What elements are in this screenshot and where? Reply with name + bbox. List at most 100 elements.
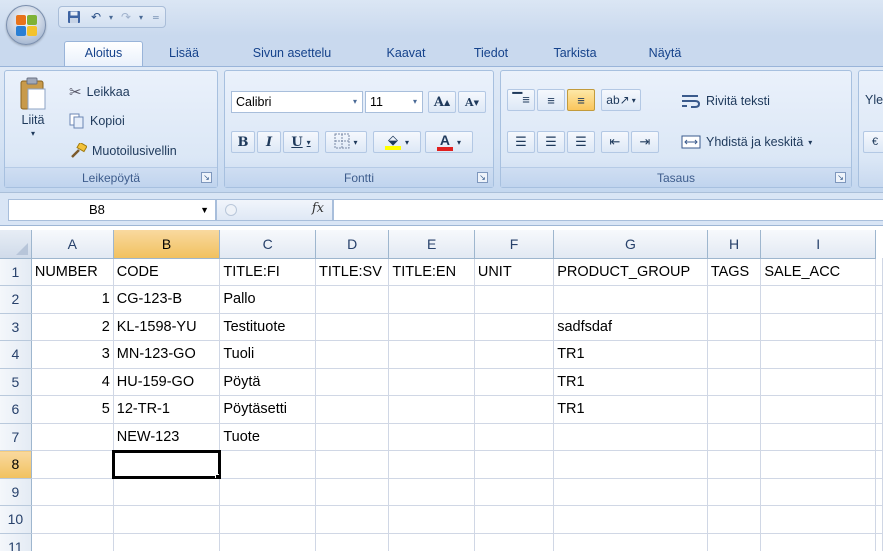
- cell[interactable]: [388, 395, 475, 424]
- cell[interactable]: [113, 505, 221, 534]
- format-painter-button[interactable]: Muotoilusivellin: [69, 143, 177, 159]
- cell[interactable]: TITLE:SV: [315, 258, 390, 286]
- cell[interactable]: [388, 340, 475, 369]
- cell[interactable]: [315, 478, 390, 506]
- tab-aloitus[interactable]: Aloitus: [64, 41, 143, 67]
- font-launcher-icon[interactable]: ↘: [477, 172, 488, 183]
- row-header[interactable]: 1: [0, 258, 32, 286]
- font-size-dropdown-icon[interactable]: ▾: [408, 92, 422, 112]
- cell[interactable]: [474, 285, 555, 314]
- cell[interactable]: [707, 505, 762, 534]
- cell[interactable]: [760, 340, 876, 369]
- office-button[interactable]: [6, 5, 46, 45]
- cell[interactable]: [315, 340, 390, 369]
- name-box[interactable]: B8 ▼: [8, 199, 216, 221]
- select-all-button[interactable]: [0, 230, 32, 259]
- cell[interactable]: [388, 533, 475, 551]
- column-header[interactable]: A: [31, 230, 114, 259]
- cell[interactable]: [388, 450, 475, 479]
- font-color-button[interactable]: A ▾: [425, 131, 473, 153]
- cell[interactable]: [219, 478, 317, 506]
- cut-button[interactable]: ✂ Leikkaa: [69, 83, 130, 101]
- cell[interactable]: 5: [31, 395, 114, 424]
- cell[interactable]: [875, 340, 883, 369]
- column-header[interactable]: H: [707, 230, 762, 259]
- tab-nayta[interactable]: Näytä: [640, 42, 690, 66]
- cell[interactable]: 2: [31, 313, 114, 341]
- cell[interactable]: [875, 478, 883, 506]
- cell[interactable]: [31, 505, 114, 534]
- cell[interactable]: [219, 505, 317, 534]
- cell[interactable]: NUMBER: [31, 258, 114, 286]
- cell[interactable]: [707, 313, 762, 341]
- cell[interactable]: PRODUCT_GROUP: [553, 258, 708, 286]
- cell[interactable]: [315, 285, 390, 314]
- clipboard-launcher-icon[interactable]: ↘: [201, 172, 212, 183]
- tab-tarkista[interactable]: Tarkista: [542, 42, 608, 66]
- cell[interactable]: [474, 340, 555, 369]
- cell[interactable]: [875, 258, 883, 286]
- cell[interactable]: [553, 450, 708, 479]
- cell[interactable]: [875, 450, 883, 479]
- cell[interactable]: [31, 450, 114, 479]
- cell[interactable]: [707, 285, 762, 314]
- redo-dropdown-icon[interactable]: ▾: [139, 13, 143, 22]
- cell[interactable]: [875, 423, 883, 451]
- name-box-dropdown-icon[interactable]: ▼: [200, 200, 209, 220]
- cell[interactable]: [474, 395, 555, 424]
- wrap-text-button[interactable]: Rivitä teksti: [681, 93, 770, 109]
- cell[interactable]: [760, 450, 876, 479]
- font-size-combo[interactable]: 11 ▾: [365, 91, 423, 113]
- column-header[interactable]: I: [760, 230, 876, 259]
- cell[interactable]: sadfsdaf: [553, 313, 708, 341]
- cell[interactable]: [388, 285, 475, 314]
- redo-icon[interactable]: ↷: [117, 8, 135, 26]
- font-name-combo[interactable]: Calibri ▾: [231, 91, 363, 113]
- fill-color-button[interactable]: ⬙ ▾: [373, 131, 421, 153]
- cell[interactable]: [474, 423, 555, 451]
- cell[interactable]: [388, 423, 475, 451]
- merge-center-button[interactable]: Yhdistä ja keskitä ▾: [681, 134, 812, 150]
- cell[interactable]: [875, 368, 883, 396]
- cell[interactable]: [31, 423, 114, 451]
- row-header[interactable]: 3: [0, 313, 32, 341]
- cell[interactable]: [760, 313, 876, 341]
- number-format-combo[interactable]: Yle: [865, 93, 883, 107]
- cell[interactable]: MN-123-GO: [113, 340, 221, 369]
- cell[interactable]: [875, 285, 883, 314]
- cell[interactable]: Tuote: [219, 423, 317, 451]
- merge-center-dropdown-icon[interactable]: ▾: [808, 138, 812, 147]
- cell[interactable]: 12-TR-1: [113, 395, 221, 424]
- cell[interactable]: [31, 478, 114, 506]
- cell[interactable]: [474, 450, 555, 479]
- cell[interactable]: CODE: [113, 258, 221, 286]
- cell[interactable]: [474, 478, 555, 506]
- cell[interactable]: TITLE:EN: [388, 258, 475, 286]
- cell[interactable]: [760, 285, 876, 314]
- cell[interactable]: Pallo: [219, 285, 317, 314]
- cell[interactable]: 4: [31, 368, 114, 396]
- cell[interactable]: [760, 368, 876, 396]
- cell[interactable]: [875, 313, 883, 341]
- cell[interactable]: [388, 478, 475, 506]
- cell[interactable]: [315, 368, 390, 396]
- row-header[interactable]: 9: [0, 478, 32, 506]
- cell[interactable]: [707, 395, 762, 424]
- cell[interactable]: [474, 533, 555, 551]
- cell[interactable]: [707, 450, 762, 479]
- row-header[interactable]: 2: [0, 285, 32, 314]
- tab-kaavat[interactable]: Kaavat: [378, 42, 434, 66]
- cell[interactable]: KL-1598-YU: [113, 313, 221, 341]
- cell[interactable]: [388, 368, 475, 396]
- paste-button[interactable]: Liitä ▾: [11, 77, 55, 138]
- undo-dropdown-icon[interactable]: ▾: [109, 13, 113, 22]
- cell[interactable]: [388, 313, 475, 341]
- cell[interactable]: [388, 505, 475, 534]
- cell[interactable]: [219, 533, 317, 551]
- shrink-font-button[interactable]: A ▼: [458, 91, 486, 113]
- cell[interactable]: 3: [31, 340, 114, 369]
- insert-function-button[interactable]: fx: [312, 201, 324, 216]
- active-cell[interactable]: [112, 449, 221, 479]
- underline-button[interactable]: U ▾: [283, 131, 319, 153]
- align-left-button[interactable]: ☰: [507, 131, 535, 153]
